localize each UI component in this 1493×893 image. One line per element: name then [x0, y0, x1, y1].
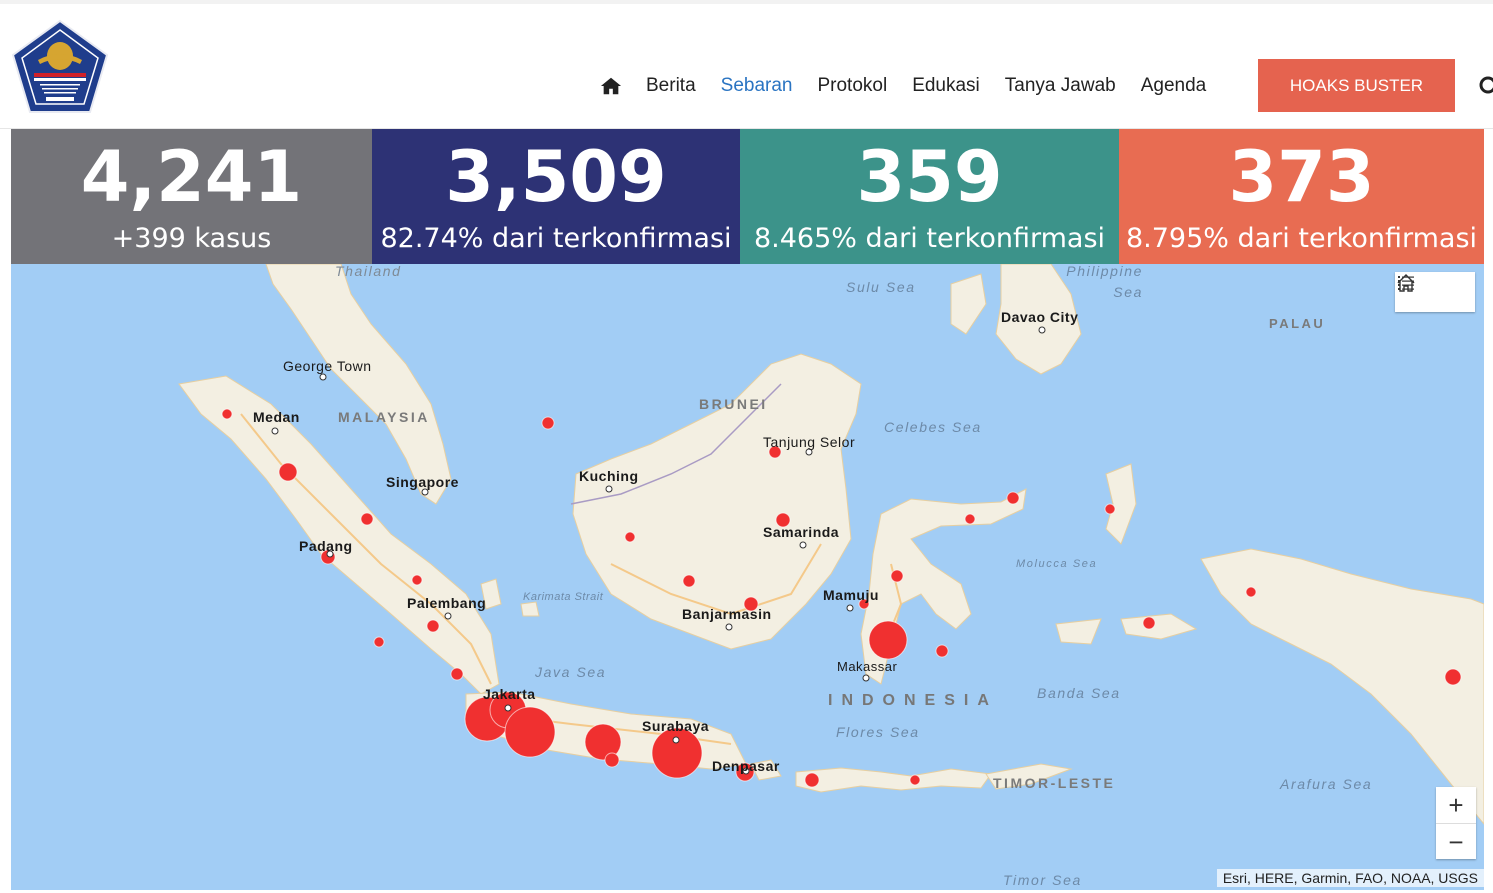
- case-marker: [890, 569, 904, 583]
- case-marker: [1142, 616, 1156, 630]
- sea-label: Arafura Sea: [1280, 776, 1373, 792]
- nav-protokol[interactable]: Protokol: [817, 75, 887, 97]
- sea-label: Flores Sea: [836, 724, 920, 740]
- stat-confirmed: 4,241 +399 kasus: [11, 129, 372, 264]
- main-nav: Berita Sebaran Protokol Edukasi Tanya Ja…: [600, 60, 1231, 112]
- nav-tanya-jawab[interactable]: Tanya Jawab: [1005, 75, 1116, 97]
- map-attribution: Esri, HERE, Garmin, FAO, NOAA, USGS: [1216, 869, 1484, 887]
- stat-treated: 3,509 82.74% dari terkonfirmasi: [372, 129, 740, 264]
- city-label: Kuching: [579, 468, 639, 484]
- treated-count: 3,509: [445, 136, 667, 218]
- zoom-control: + −: [1436, 787, 1476, 859]
- city-label: Denpasar: [712, 758, 780, 774]
- case-marker: [426, 619, 440, 633]
- case-marker: [935, 644, 949, 658]
- zoom-out-button[interactable]: −: [1436, 823, 1476, 860]
- country-label: MALAYSIA: [338, 409, 430, 425]
- sea-label: Java Sea: [535, 664, 607, 680]
- home-icon[interactable]: [600, 75, 622, 97]
- map-basemap: [178, 264, 1484, 825]
- city-label: Tanjung Selor: [763, 434, 856, 450]
- case-marker: [682, 574, 696, 588]
- sea-label: Philippine Sea: [1066, 264, 1143, 300]
- deaths-percentage: 8.795% dari terkonfirmasi: [1125, 223, 1478, 254]
- case-marker: [909, 774, 921, 786]
- case-marker: [804, 772, 820, 788]
- city-label: Jakarta: [483, 686, 536, 702]
- confirmed-new-cases: +399 kasus: [111, 223, 272, 254]
- country-label: PALAU: [1269, 316, 1326, 331]
- deaths-count: 373: [1228, 136, 1375, 218]
- case-marker: [624, 531, 636, 543]
- city-label: Medan: [253, 409, 300, 425]
- case-marker: [411, 574, 423, 586]
- stat-deaths: 373 8.795% dari terkonfirmasi: [1119, 129, 1484, 264]
- city-label: George Town: [283, 358, 372, 374]
- case-marker: [450, 667, 464, 681]
- city-label: Samarinda: [763, 524, 840, 540]
- case-marker: [1104, 503, 1116, 515]
- city-label: Davao City: [1001, 309, 1079, 325]
- city-label: Mamuju: [823, 587, 879, 603]
- zoom-in-button[interactable]: +: [1436, 787, 1476, 823]
- case-marker: [1006, 491, 1020, 505]
- sea-label: Karimata Strait: [523, 591, 604, 603]
- treated-percentage: 82.74% dari terkonfirmasi: [380, 223, 732, 254]
- map-layer-list-button[interactable]: [1398, 272, 1475, 312]
- recovered-count: 359: [856, 136, 1003, 218]
- recovered-percentage: 8.465% dari terkonfirmasi: [753, 223, 1106, 254]
- case-marker: [541, 416, 555, 430]
- stat-recovered: 359 8.465% dari terkonfirmasi: [740, 129, 1119, 264]
- case-marker: [278, 462, 298, 482]
- stats-bar: 4,241 +399 kasus 3,509 82.74% dari terko…: [11, 129, 1484, 264]
- list-icon: [1398, 276, 1414, 290]
- country-label: Thailand: [335, 264, 402, 279]
- country-label: BRUNEI: [699, 396, 768, 412]
- city-label: Banjarmasin: [682, 606, 772, 622]
- distribution-map[interactable]: George Town Medan Singapore Padang Palem…: [11, 264, 1484, 890]
- city-label: Singapore: [386, 474, 459, 490]
- city-label: Padang: [299, 538, 353, 554]
- case-marker: [1245, 586, 1257, 598]
- case-marker: [964, 513, 976, 525]
- case-marker: [604, 752, 620, 768]
- country-label: TIMOR-LESTE: [993, 775, 1116, 791]
- case-marker: [1444, 668, 1462, 686]
- covid-task-force-logo[interactable]: [10, 18, 110, 114]
- case-marker: [651, 727, 703, 779]
- sea-label: Banda Sea: [1037, 685, 1121, 701]
- nav-berita[interactable]: Berita: [646, 75, 696, 97]
- case-marker: [360, 512, 374, 526]
- city-label: Palembang: [407, 595, 487, 611]
- hoaks-buster-button[interactable]: HOAKS BUSTER: [1258, 59, 1455, 112]
- sea-label: Celebes Sea: [884, 419, 982, 435]
- confirmed-count: 4,241: [80, 136, 303, 218]
- sea-label: Sulu Sea: [846, 279, 916, 295]
- site-header: Berita Sebaran Protokol Edukasi Tanya Ja…: [0, 4, 1493, 129]
- map-toolbox: [1395, 272, 1475, 312]
- case-marker: [504, 706, 556, 758]
- city-label: Surabaya: [642, 718, 710, 734]
- case-marker: [373, 636, 385, 648]
- sea-label: Timor Sea: [1003, 872, 1082, 888]
- city-label: Makassar: [837, 659, 898, 674]
- country-label-indonesia: INDONESIA: [828, 692, 998, 709]
- sea-label: Molucca Sea: [1016, 558, 1098, 570]
- nav-edukasi[interactable]: Edukasi: [912, 75, 980, 97]
- case-marker: [868, 620, 908, 660]
- nav-sebaran[interactable]: Sebaran: [721, 75, 793, 97]
- nav-agenda[interactable]: Agenda: [1141, 75, 1207, 97]
- search-icon[interactable]: [1476, 74, 1493, 98]
- case-marker: [221, 408, 233, 420]
